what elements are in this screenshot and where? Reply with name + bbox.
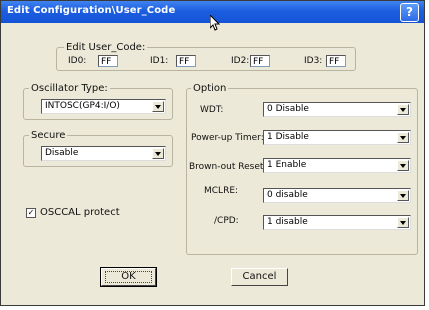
id2-field[interactable]: FF	[250, 55, 270, 67]
user-code-legend: Edit User_Code:	[64, 42, 148, 53]
chevron-down-icon[interactable]	[397, 104, 409, 115]
id2-label: ID2:	[231, 56, 250, 66]
mclre-label: MCLRE:	[204, 186, 239, 196]
cancel-button[interactable]: Cancel	[231, 268, 288, 286]
chevron-down-icon[interactable]	[397, 190, 409, 201]
cpd-label: /CPD:	[214, 216, 239, 226]
id3-field[interactable]: FF	[326, 55, 346, 67]
chevron-down-icon[interactable]	[152, 148, 164, 159]
oscillator-value: INTOSC(GP4:I/O)	[45, 101, 120, 111]
secure-value: Disable	[45, 148, 79, 158]
id1-field[interactable]: FF	[176, 55, 196, 67]
ok-button[interactable]: OK	[100, 267, 157, 287]
osccal-checkbox[interactable]: ✓	[26, 208, 36, 218]
power-up-timer-value: 1 Disable	[267, 132, 309, 142]
config-dialog: Edit Configuration\User_Code ? Edit User…	[0, 0, 425, 306]
oscillator-select[interactable]: INTOSC(GP4:I/O)	[41, 99, 166, 114]
wdt-select[interactable]: 0 Disable	[263, 102, 411, 117]
secure-legend: Secure	[29, 130, 68, 141]
chevron-down-icon[interactable]	[397, 160, 409, 171]
brown-out-reset-select[interactable]: 1 Enable	[263, 158, 411, 173]
wdt-label: WDT:	[200, 105, 224, 115]
wdt-value: 0 Disable	[267, 104, 309, 114]
window-title: Edit Configuration\User_Code	[7, 5, 176, 16]
oscillator-legend: Oscillator Type:	[29, 83, 110, 94]
mclre-value: 0 disable	[267, 190, 308, 200]
power-up-timer-select[interactable]: 1 Disable	[263, 130, 411, 145]
focus-ring	[105, 271, 152, 283]
mouse-cursor-icon	[210, 15, 220, 31]
cpd-value: 1 disable	[267, 217, 308, 227]
cpd-select[interactable]: 1 disable	[263, 215, 411, 230]
chevron-down-icon[interactable]	[397, 217, 409, 228]
chevron-down-icon[interactable]	[397, 132, 409, 143]
brown-out-reset-value: 1 Enable	[267, 160, 307, 170]
id3-label: ID3:	[304, 56, 323, 66]
secure-select[interactable]: Disable	[41, 146, 166, 161]
brown-out-reset-label: Brown-out Reset:	[189, 162, 267, 172]
id0-field[interactable]: FF	[98, 55, 118, 67]
power-up-timer-label: Power-up Timer:	[191, 133, 264, 143]
id0-label: ID0:	[68, 56, 87, 66]
chevron-down-icon[interactable]	[152, 101, 164, 112]
help-button[interactable]: ?	[400, 3, 419, 22]
osccal-label: OSCCAL protect	[40, 207, 120, 218]
option-legend: Option	[191, 83, 229, 94]
mclre-select[interactable]: 0 disable	[263, 188, 411, 203]
id1-label: ID1:	[150, 56, 169, 66]
